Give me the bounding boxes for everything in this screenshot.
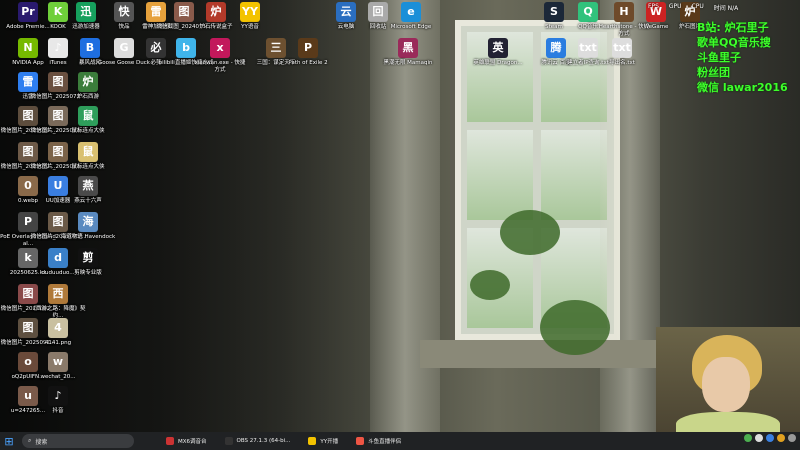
tray-icon[interactable]	[744, 434, 752, 442]
performance-overlay: FPS GPU CPU 时间 N/A	[648, 3, 738, 12]
app-icon: w	[48, 352, 68, 372]
gpu-label: GPU	[668, 3, 682, 10]
fps-label: FPS	[648, 3, 659, 10]
desktop-icon-label: 鼠标连点大侠	[71, 164, 105, 170]
plant-leaves	[470, 270, 510, 300]
app-icon: 鼠	[78, 142, 98, 162]
plant-leaves	[540, 300, 610, 355]
desktop-icon[interactable]: 西《西游之路：降魔》契约...	[30, 284, 86, 320]
search-icon: ⌕	[28, 437, 32, 444]
stream-info-overlay: B站: 炉石里子 歌单QQ音乐搜 斗鱼里子 粉丝团 微信 lawar2016	[697, 20, 788, 95]
desktop-icon-label: wechat_20...	[40, 374, 76, 380]
desktop-icon[interactable]: 黑黑潮无限 Mamaqin	[380, 38, 436, 67]
taskbar-app-button[interactable]: 斗鱼直播伴侣	[350, 434, 407, 449]
overlay-line: B站: 炉石里子	[697, 21, 769, 34]
window-pane	[467, 130, 533, 220]
taskbar-app-label: OBS 27.1.3 (64-bi...	[236, 437, 291, 444]
app-icon	[356, 436, 365, 445]
window-pane	[541, 130, 607, 220]
app-icon	[166, 436, 174, 445]
desktop-icon[interactable]: x xiaowan.exe - 快捷方式	[192, 38, 248, 74]
webcam-person-shirt	[676, 412, 780, 432]
taskbar-search-box[interactable]: ⌕ 搜索	[22, 434, 134, 448]
desktop-icon-label: 炉石西游	[76, 94, 99, 100]
overlay-line: 粉丝团	[697, 66, 730, 79]
desktop-icon-label: 导出名.txt	[609, 60, 635, 66]
desktop-icon[interactable]: P Path of Exile 2	[280, 38, 336, 67]
webcam-person-face	[702, 357, 750, 412]
plant-leaves	[500, 210, 560, 255]
desktop-icon-label: YY语音	[241, 24, 259, 30]
cpu-label: CPU	[691, 3, 704, 10]
app-icon: 炉	[78, 72, 98, 92]
taskbar-app-label: 斗鱼直播伴侣	[368, 438, 402, 445]
desktop-icon-label: 黑潮无限 Mamaqin	[383, 60, 433, 66]
taskbar-app-label: YY开播	[320, 438, 339, 445]
desktop-icon-label: 英雄联盟 Dragon...	[473, 60, 523, 66]
desktop-icon[interactable]: 4 4141.png	[30, 318, 86, 347]
app-icon: 4	[48, 318, 68, 338]
app-icon: e	[401, 2, 421, 22]
desktop-icon-label: 鼠标连点大侠	[71, 128, 105, 134]
taskbar-app-button[interactable]: YY开播	[302, 434, 344, 449]
desktop-icon[interactable]: txt 导出名.txt	[594, 38, 650, 67]
desktop-icon[interactable]: ♪ 抖音	[30, 386, 86, 415]
desktop-icon-label: 燕云十六声	[74, 198, 102, 204]
app-icon: 燕	[78, 176, 98, 196]
app-icon: 海	[78, 212, 98, 232]
overlay-line: 歌单QQ音乐搜	[697, 36, 771, 49]
desktop-icon[interactable]: 海海道物语 Havendock	[60, 212, 116, 241]
app-icon: 剪	[78, 248, 98, 268]
tray-icon[interactable]	[766, 434, 774, 442]
desktop-icon-label: 剪映专业版	[74, 270, 102, 276]
desktop-icon-label: Microsoft Edge	[390, 24, 432, 30]
windows-start-icon[interactable]: ⊞	[0, 432, 18, 450]
taskbar-apps: MX6调音台 OBS 27.1.3 (64-bi... YY开播 斗鱼直播伴侣	[154, 434, 407, 449]
app-icon: YY	[240, 2, 260, 22]
desktop-icon-label: Path of Exile 2	[288, 60, 328, 66]
app-icon: txt	[612, 38, 632, 58]
taskbar-app-button[interactable]: MX6调音台	[160, 434, 213, 449]
app-icon: P	[298, 38, 318, 58]
overlay-line: 微信 lawar2016	[697, 81, 788, 94]
desktop-icon[interactable]: YY YY语音	[222, 2, 278, 31]
app-icon	[308, 436, 317, 445]
desktop-icon[interactable]: 英英雄联盟 Dragon...	[470, 38, 526, 67]
desktop-icon[interactable]: e Microsoft Edge	[383, 2, 439, 31]
desktop-icon-label: 抖音	[52, 408, 64, 414]
overlay-line: 斗鱼里子	[697, 51, 741, 64]
tray-icon[interactable]	[777, 434, 785, 442]
tray-icon[interactable]	[788, 434, 796, 442]
taskbar: ⊞ ⌕ 搜索 MX6调音台 OBS 27.1.3 (64-bi... YY开播 斗鱼直…	[0, 432, 800, 450]
tray-icon[interactable]	[755, 434, 763, 442]
desktop-icon[interactable]: 炉炉石西游	[60, 72, 116, 101]
app-icon: 西	[48, 284, 68, 304]
app-icon: ♪	[48, 386, 68, 406]
desktop-icon-label: xiaowan.exe - 快捷方式	[194, 60, 246, 73]
app-icon: 英	[488, 38, 508, 58]
webcam-feed	[656, 327, 800, 432]
app-icon: x	[210, 38, 230, 58]
desktop-icon-label: 海道物语 Havendock	[60, 234, 116, 240]
desktop-icon[interactable]: 鼠鼠标连点大侠	[60, 142, 116, 171]
system-tray	[744, 434, 796, 442]
desktop-icon[interactable]: w wechat_20...	[30, 352, 86, 381]
app-icon: 鼠	[78, 106, 98, 126]
search-placeholder: 搜索	[35, 438, 48, 446]
app-icon: 迅	[76, 2, 96, 22]
time-label: 时间 N/A	[713, 5, 739, 12]
app-icon: 黑	[398, 38, 418, 58]
taskbar-app-label: MX6调音台	[178, 438, 207, 445]
desktop-icon[interactable]: 鼠鼠标连点大侠	[60, 106, 116, 135]
desktop-icon[interactable]: 燕燕云十六声	[60, 176, 116, 205]
desktop-icon[interactable]: 剪剪映专业版	[60, 248, 116, 277]
app-icon: Q	[578, 2, 598, 22]
desktop-icon-label: 4141.png	[44, 340, 72, 346]
app-icon	[224, 436, 233, 445]
taskbar-app-button[interactable]: OBS 27.1.3 (64-bi...	[219, 434, 297, 449]
